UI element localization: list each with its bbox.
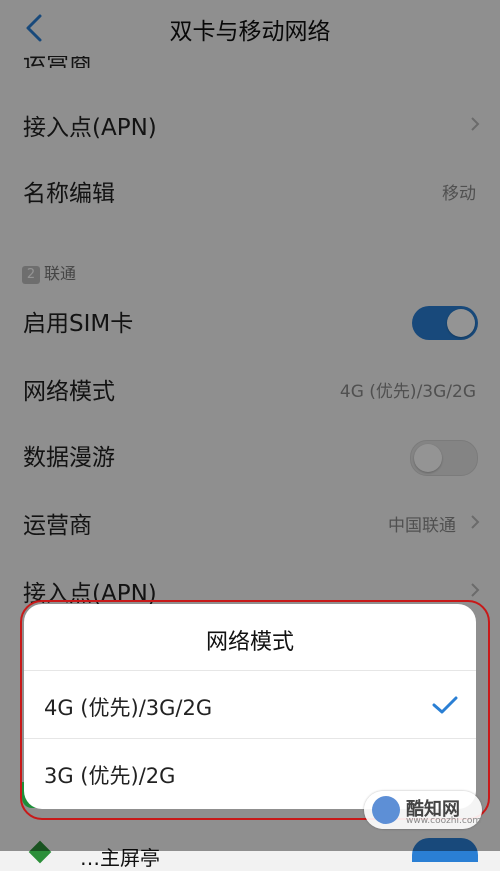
option-4g-preferred[interactable]: 4G (优先)/3G/2G	[24, 672, 476, 738]
watermark-badge: 酷知网 www.coozhi.com	[364, 791, 482, 829]
watermark-logo-icon	[372, 796, 400, 824]
option-label: 3G (优先)/2G	[44, 764, 176, 788]
checkmark-icon	[432, 696, 458, 714]
option-label: 4G (优先)/3G/2G	[44, 696, 213, 720]
network-mode-dialog: 网络模式 4G (优先)/3G/2G 3G (优先)/2G	[24, 604, 476, 809]
divider	[24, 670, 476, 671]
watermark-url: www.coozhi.com	[406, 816, 482, 826]
dialog-title: 网络模式	[205, 630, 294, 655]
divider	[24, 738, 476, 739]
